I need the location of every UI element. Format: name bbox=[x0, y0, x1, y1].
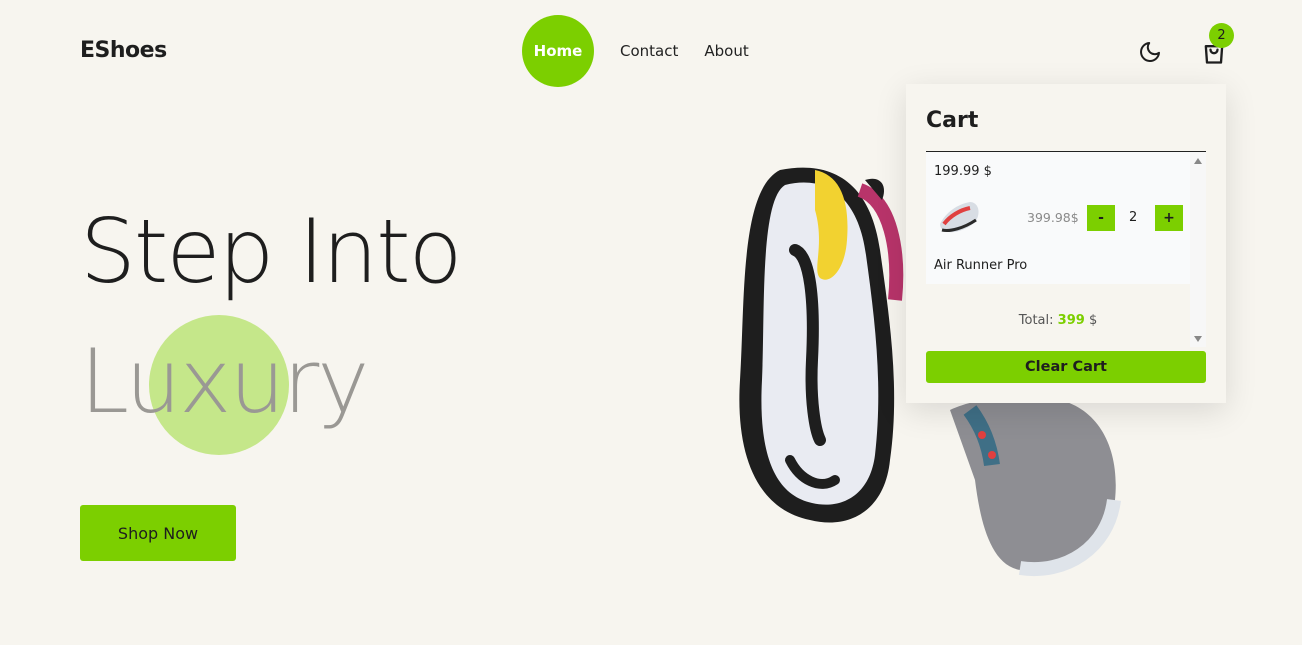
item-unit-price: 199.99 $ bbox=[934, 164, 992, 179]
nav-contact[interactable]: Contact bbox=[620, 42, 678, 60]
item-quantity: 2 bbox=[1129, 210, 1138, 225]
clear-cart-button[interactable]: Clear Cart bbox=[926, 351, 1206, 383]
total-label: Total: bbox=[1018, 313, 1054, 328]
moon-icon[interactable] bbox=[1138, 40, 1162, 64]
nav-about[interactable]: About bbox=[704, 42, 748, 60]
scroll-down-arrow-icon[interactable] bbox=[1194, 336, 1202, 342]
cart-item: 199.99 $ 399.98$ - 2 + Air Runner Pro bbox=[926, 152, 1190, 284]
hero-subtitle: Luxury bbox=[80, 330, 369, 433]
cart-items-list[interactable]: 199.99 $ 399.98$ - 2 + Air Runner Pro To… bbox=[926, 151, 1206, 347]
shop-now-button[interactable]: Shop Now bbox=[80, 505, 236, 561]
scroll-up-arrow-icon[interactable] bbox=[1194, 158, 1202, 164]
main-nav: Home Contact About bbox=[522, 15, 749, 87]
hero-title: Step Into bbox=[80, 200, 462, 303]
total-value: 399 bbox=[1057, 313, 1085, 328]
increment-button[interactable]: + bbox=[1155, 205, 1183, 231]
nav-home[interactable]: Home bbox=[522, 15, 594, 87]
cart-dropdown: Cart 199.99 $ 399.98$ - 2 + Air Runner P… bbox=[906, 84, 1226, 403]
cart-title: Cart bbox=[926, 108, 979, 133]
brand-logo[interactable]: EShoes bbox=[80, 38, 167, 63]
cart-total: Total: 399 $ bbox=[926, 313, 1190, 328]
item-name: Air Runner Pro bbox=[934, 258, 1028, 273]
cart-scrollbar[interactable] bbox=[1190, 152, 1206, 347]
item-thumbnail bbox=[940, 202, 979, 233]
decrement-button[interactable]: - bbox=[1087, 205, 1115, 231]
cart-count-badge: 2 bbox=[1209, 23, 1234, 48]
item-subtotal: 399.98$ bbox=[1027, 210, 1079, 225]
total-currency: $ bbox=[1088, 313, 1098, 328]
